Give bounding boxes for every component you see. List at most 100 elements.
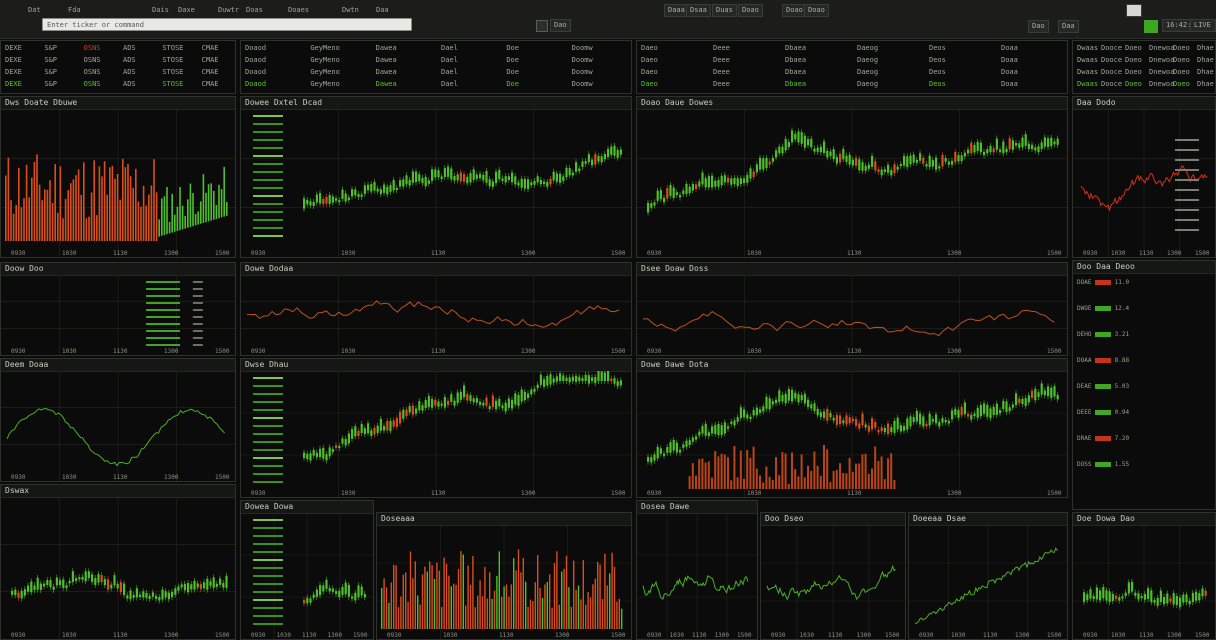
watchlist-row[interactable]: DOAE 11.0: [1077, 279, 1211, 287]
header-ticker[interactable]: Doeo: [1125, 44, 1142, 52]
header-ticker[interactable]: Dael: [441, 68, 458, 76]
chart-panel-p17[interactable]: Doe Dowa Dao 0930 1030 1130 1300 1500: [1072, 512, 1216, 640]
chart-panel-p2[interactable]: Dowee Dxtel Dcad 0930 1030 1130 1300 1500: [240, 96, 632, 258]
chart-panel-p13[interactable]: Doseaaa 0930 1030 1130 1300 1500: [376, 512, 632, 640]
header-ticker[interactable]: ADS: [123, 44, 136, 52]
header-ticker[interactable]: Dbaea: [785, 68, 806, 76]
chart-panel-p6[interactable]: Dowe Dodaa 0930 1030 1130 1300 1500: [240, 262, 632, 356]
chart-panel-p11[interactable]: Dswax 0930 1030 1130 1300 1500: [0, 484, 236, 640]
header-ticker[interactable]: CMAE: [202, 80, 219, 88]
header-ticker[interactable]: Daeog: [857, 80, 878, 88]
chart-panel-p15[interactable]: Doo Dseo 0930 1030 1130 1300 1500: [760, 512, 906, 640]
header-ticker[interactable]: Doomw: [572, 56, 593, 64]
header-ticker[interactable]: ADS: [123, 80, 136, 88]
chart-p13[interactable]: 0930 1030 1130 1300 1500: [377, 525, 631, 639]
header-ticker[interactable]: Doomw: [572, 80, 593, 88]
menu-item-8[interactable]: Daa: [374, 5, 391, 15]
chart-p15[interactable]: 0930 1030 1130 1300 1500: [761, 525, 905, 639]
settings-icon[interactable]: [1126, 4, 1142, 17]
chart-p5[interactable]: 0930 1030 1130 1300 1500: [1, 275, 235, 355]
header-ticker[interactable]: Doeo: [1125, 56, 1142, 64]
chart-p7[interactable]: 0930 1030 1130 1300 1500: [637, 275, 1067, 355]
header-ticker[interactable]: Dawea: [376, 68, 397, 76]
menu-item-4[interactable]: Duwtr: [216, 5, 241, 15]
chart-panel-p9[interactable]: Dwse Dhau 0930 1030 1130 1300 1500: [240, 358, 632, 498]
header-ticker[interactable]: Dael: [441, 80, 458, 88]
header-ticker[interactable]: Deos: [929, 44, 946, 52]
header-ticker[interactable]: S&P: [44, 56, 57, 64]
header-ticker[interactable]: Doeo: [1125, 80, 1142, 88]
chart-panel-p10[interactable]: Dowe Dawe Dota 0930 1030 1130 1300 1500: [636, 358, 1068, 498]
chart-panel-p14[interactable]: Dosea Dawe 0930 1030 1130 1300 1500: [636, 500, 758, 640]
search-input[interactable]: Enter ticker or command: [42, 18, 412, 31]
header-ticker[interactable]: Daeog: [857, 44, 878, 52]
header-ticker[interactable]: Dnewoa: [1149, 44, 1174, 52]
header-ticker[interactable]: STOSE: [162, 56, 183, 64]
header-ticker[interactable]: Daeog: [857, 56, 878, 64]
header-ticker[interactable]: Dael: [441, 44, 458, 52]
watchlist-panel[interactable]: Doo Daa Deoo DOAE 11.0 DWOE 12.4 DEHO 3.21 D…: [1072, 260, 1216, 510]
header-ticker[interactable]: Dnewoa: [1149, 80, 1174, 88]
header-ticker[interactable]: Daeo: [641, 44, 658, 52]
header-ticker[interactable]: Doe: [506, 68, 519, 76]
header-ticker[interactable]: Dhae: [1197, 56, 1214, 64]
chart-p14[interactable]: 0930 1030 1130 1300 1500: [637, 513, 757, 639]
header-ticker[interactable]: Doe: [506, 44, 519, 52]
chart-p16[interactable]: 0930 1030 1130 1300 1500: [909, 525, 1067, 639]
chart-p9[interactable]: 0930 1030 1130 1300 1500: [241, 371, 631, 497]
header-ticker[interactable]: Dooce: [1101, 68, 1122, 76]
header-ticker[interactable]: Deos: [929, 80, 946, 88]
header-ticker[interactable]: ADS: [123, 56, 136, 64]
header-ticker[interactable]: Dooce: [1101, 80, 1122, 88]
header-ticker[interactable]: STOSE: [162, 44, 183, 52]
chart-p6[interactable]: 0930 1030 1130 1300 1500: [241, 275, 631, 355]
header-ticker[interactable]: Dhae: [1197, 44, 1214, 52]
menu-item-0[interactable]: Dat: [26, 5, 43, 15]
header-ticker[interactable]: GeyMeno: [310, 80, 340, 88]
header-ticker[interactable]: Dooce: [1101, 56, 1122, 64]
toolbar-button-7[interactable]: Doao: [804, 4, 829, 17]
menu-item-5[interactable]: Doas: [244, 5, 265, 15]
menu-item-6[interactable]: Doaes: [286, 5, 311, 15]
watchlist-row[interactable]: DWOE 12.4: [1077, 305, 1211, 313]
header-ticker[interactable]: Dwaas: [1077, 56, 1098, 64]
header-ticker[interactable]: CMAE: [202, 56, 219, 64]
header-ticker[interactable]: Dbaea: [785, 56, 806, 64]
header-ticker[interactable]: OSNS: [84, 44, 101, 52]
header-ticker[interactable]: Deos: [929, 56, 946, 64]
chart-panel-p5[interactable]: Doow Doo 0930 1030 1130 1300 1500: [0, 262, 236, 356]
watchlist-row[interactable]: DEAE 5.03: [1077, 383, 1211, 391]
header-ticker[interactable]: ADS: [123, 68, 136, 76]
toolbar-button-1[interactable]: Dao: [550, 19, 571, 32]
header-ticker[interactable]: Dael: [441, 56, 458, 64]
header-ticker[interactable]: OSNS: [84, 56, 101, 64]
header-ticker[interactable]: Doeo: [1173, 68, 1190, 76]
header-ticker[interactable]: Deee: [713, 56, 730, 64]
header-ticker[interactable]: CMAE: [202, 68, 219, 76]
header-ticker[interactable]: Dbaea: [785, 80, 806, 88]
menu-item-2[interactable]: Dais: [150, 5, 171, 15]
toolbar-button-8[interactable]: Dao: [1028, 20, 1049, 33]
chart-p12[interactable]: 0930 1030 1130 1300 1500: [241, 513, 373, 639]
header-ticker[interactable]: Daeo: [641, 68, 658, 76]
header-ticker[interactable]: Doomw: [572, 44, 593, 52]
header-ticker[interactable]: Daeo: [641, 80, 658, 88]
header-ticker[interactable]: Dawea: [376, 56, 397, 64]
header-ticker[interactable]: Dhae: [1197, 80, 1214, 88]
chart-p2[interactable]: 0930 1030 1130 1300 1500: [241, 109, 631, 257]
header-ticker[interactable]: DEXE: [5, 56, 22, 64]
toolbar-button-5[interactable]: Doao: [738, 4, 763, 17]
header-ticker[interactable]: Doaod: [245, 80, 266, 88]
menu-item-1[interactable]: Fda: [66, 5, 83, 15]
watchlist-row[interactable]: DRAE 7.20: [1077, 435, 1211, 443]
header-ticker[interactable]: DEXE: [5, 68, 22, 76]
chart-panel-p16[interactable]: Doeeaa Dsae 0930 1030 1130 1300 1500: [908, 512, 1068, 640]
header-ticker[interactable]: Dnewoa: [1149, 56, 1174, 64]
header-ticker[interactable]: OSNS: [84, 80, 101, 88]
header-ticker[interactable]: CMAE: [202, 44, 219, 52]
header-ticker[interactable]: Doomw: [572, 68, 593, 76]
toolbar-button-9[interactable]: Daa: [1058, 20, 1079, 33]
toolbar-button-4[interactable]: Duas: [712, 4, 737, 17]
header-ticker[interactable]: DEXE: [5, 80, 22, 88]
header-ticker[interactable]: S&P: [44, 68, 57, 76]
